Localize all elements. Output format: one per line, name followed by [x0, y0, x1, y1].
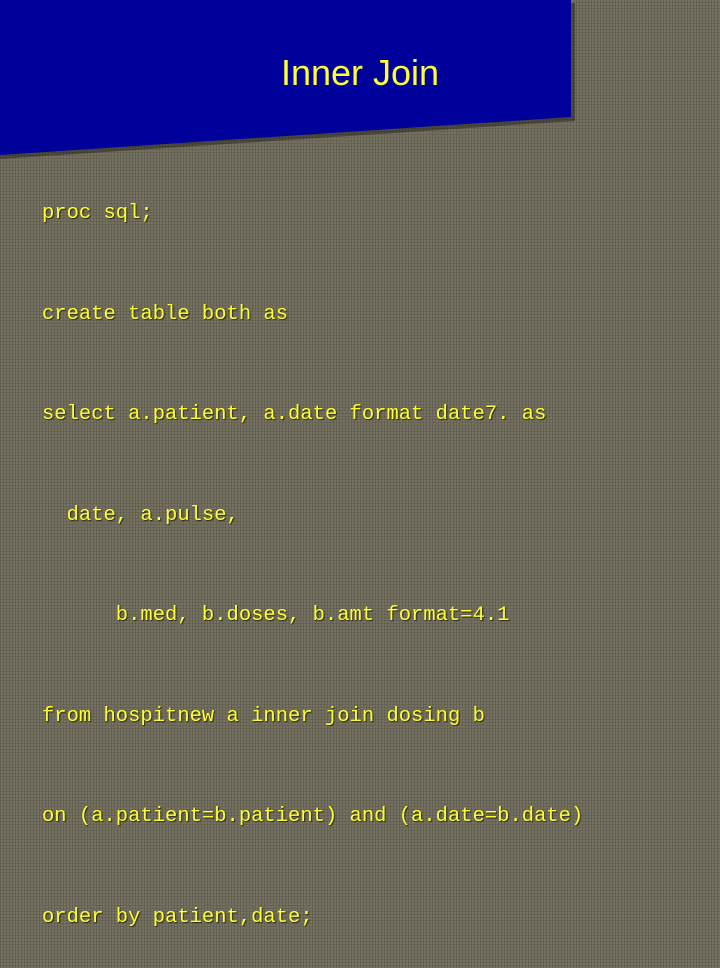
code-line: from hospitnew a inner join dosing b: [42, 704, 485, 728]
code-line: select a.patient, a.date format date7. a…: [42, 403, 547, 426]
code-line: b.med, b.doses, b.amt format=4.1: [42, 604, 510, 627]
code-line: date, a.pulse,: [42, 503, 239, 527]
sql-code-block: proc sql; create table both as select a.…: [42, 130, 583, 968]
code-line: on (a.patient=b.patient) and (a.date=b.d…: [42, 805, 584, 828]
slide-title: Inner Join: [280, 52, 440, 93]
code-line: create table both as: [42, 302, 289, 326]
code-line: order by patient,date;: [42, 905, 313, 929]
code-line: proc sql;: [42, 202, 153, 225]
